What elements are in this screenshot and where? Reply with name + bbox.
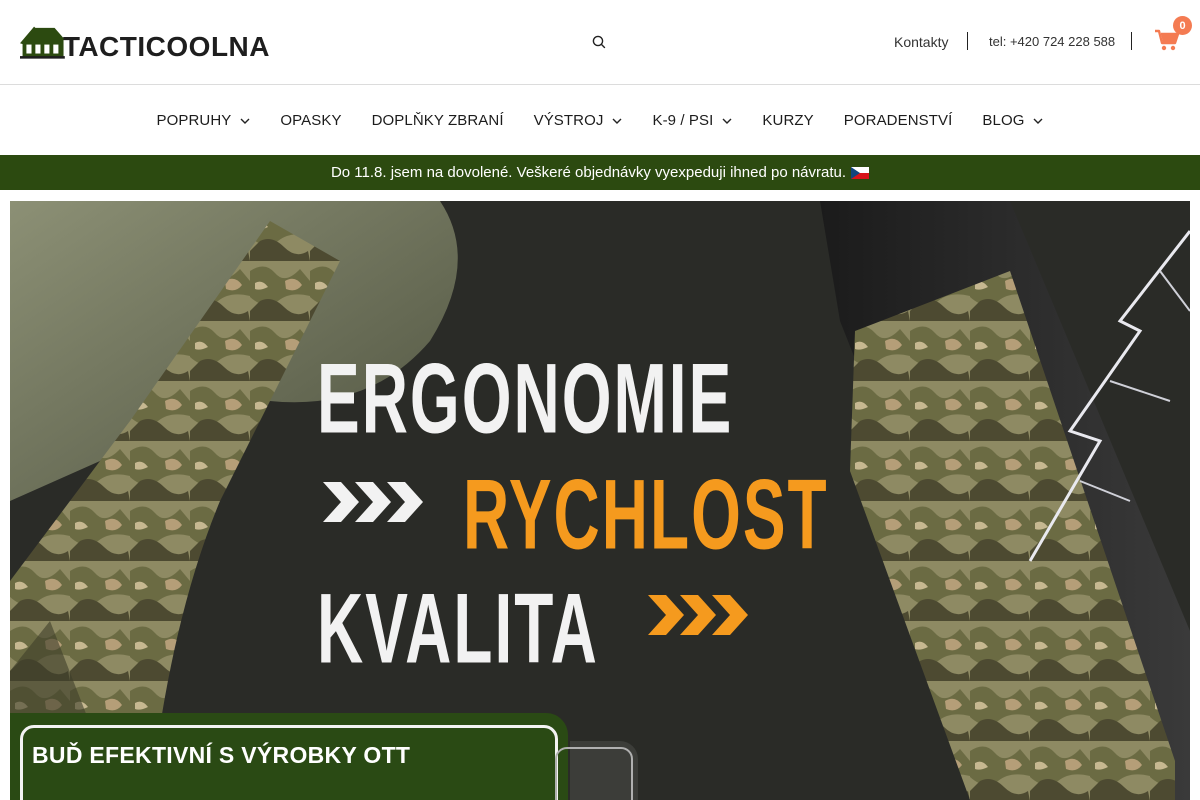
chevron-down-icon	[1033, 118, 1043, 124]
secondary-frame	[555, 747, 633, 800]
header-divider	[967, 32, 968, 50]
nav-item-label: VÝSTROJ	[533, 112, 604, 129]
house-icon	[20, 26, 65, 59]
nav-item-opasky[interactable]: OPASKY	[280, 112, 341, 129]
nav-item-label: BLOG	[982, 112, 1025, 129]
hero-banner[interactable]: ERGONOMIE RYCHLOST KVALITA BUĎ EFEKTIVNÍ…	[10, 201, 1190, 800]
chevron-down-icon	[722, 118, 732, 124]
nav-item-k9-psi[interactable]: K-9 / PSI	[652, 112, 732, 129]
chevron-down-icon	[240, 118, 250, 124]
nav-item-label: PORADENSTVÍ	[843, 112, 953, 129]
nav-item-label: OPASKY	[280, 112, 342, 129]
nav-item-label: DOPLŇKY ZBRANÍ	[371, 112, 504, 129]
notice-text: Do 11.8. jsem na dovolené. Veškeré objed…	[330, 164, 847, 181]
site-logo[interactable]: TACTICOOLNA	[20, 14, 270, 70]
nav-item-label: K-9 / PSI	[652, 112, 714, 129]
nav-item-label: KURZY	[762, 112, 814, 129]
site-header: TACTICOOLNA Kontakty tel: +420 724 228 5…	[0, 0, 1200, 85]
nav-item-label: POPRUHY	[156, 112, 232, 129]
notice-bar: Do 11.8. jsem na dovolené. Veškeré objed…	[0, 155, 1200, 190]
czech-flag-icon	[851, 166, 870, 179]
hero-headline-rychlost: RYCHLOST	[463, 458, 829, 571]
nav-item-vystroj[interactable]: VÝSTROJ	[534, 112, 623, 129]
logo-text: TACTICOOLNA	[62, 31, 270, 62]
hero-headline-kvalita: KVALITA	[317, 572, 599, 685]
search-icon[interactable]	[591, 34, 607, 50]
contacts-link[interactable]: Kontakty	[894, 34, 948, 50]
nav-item-doplnky-zbrani[interactable]: DOPLŇKY ZBRANÍ	[372, 112, 504, 129]
nav-item-poradenstvi[interactable]: PORADENSTVÍ	[844, 112, 953, 129]
cart-count-badge: 0	[1173, 16, 1192, 35]
chevron-down-icon	[612, 118, 622, 124]
hero-headline-ergonomie: ERGONOMIE	[317, 342, 734, 455]
cta-text[interactable]: BUĎ EFEKTIVNÍ S VÝROBKY OTT	[32, 742, 410, 769]
main-navigation: POPRUHY OPASKY DOPLŇKY ZBRANÍ VÝSTROJ K-…	[0, 86, 1200, 155]
header-divider	[1131, 32, 1132, 50]
chevrons-right-icon	[323, 482, 423, 522]
nav-item-popruhy[interactable]: POPRUHY	[157, 112, 251, 129]
chevrons-right-icon	[648, 595, 748, 635]
phone-number: tel: +420 724 228 588	[989, 34, 1116, 49]
nav-item-kurzy[interactable]: KURZY	[762, 112, 813, 129]
nav-item-blog[interactable]: BLOG	[982, 112, 1043, 129]
